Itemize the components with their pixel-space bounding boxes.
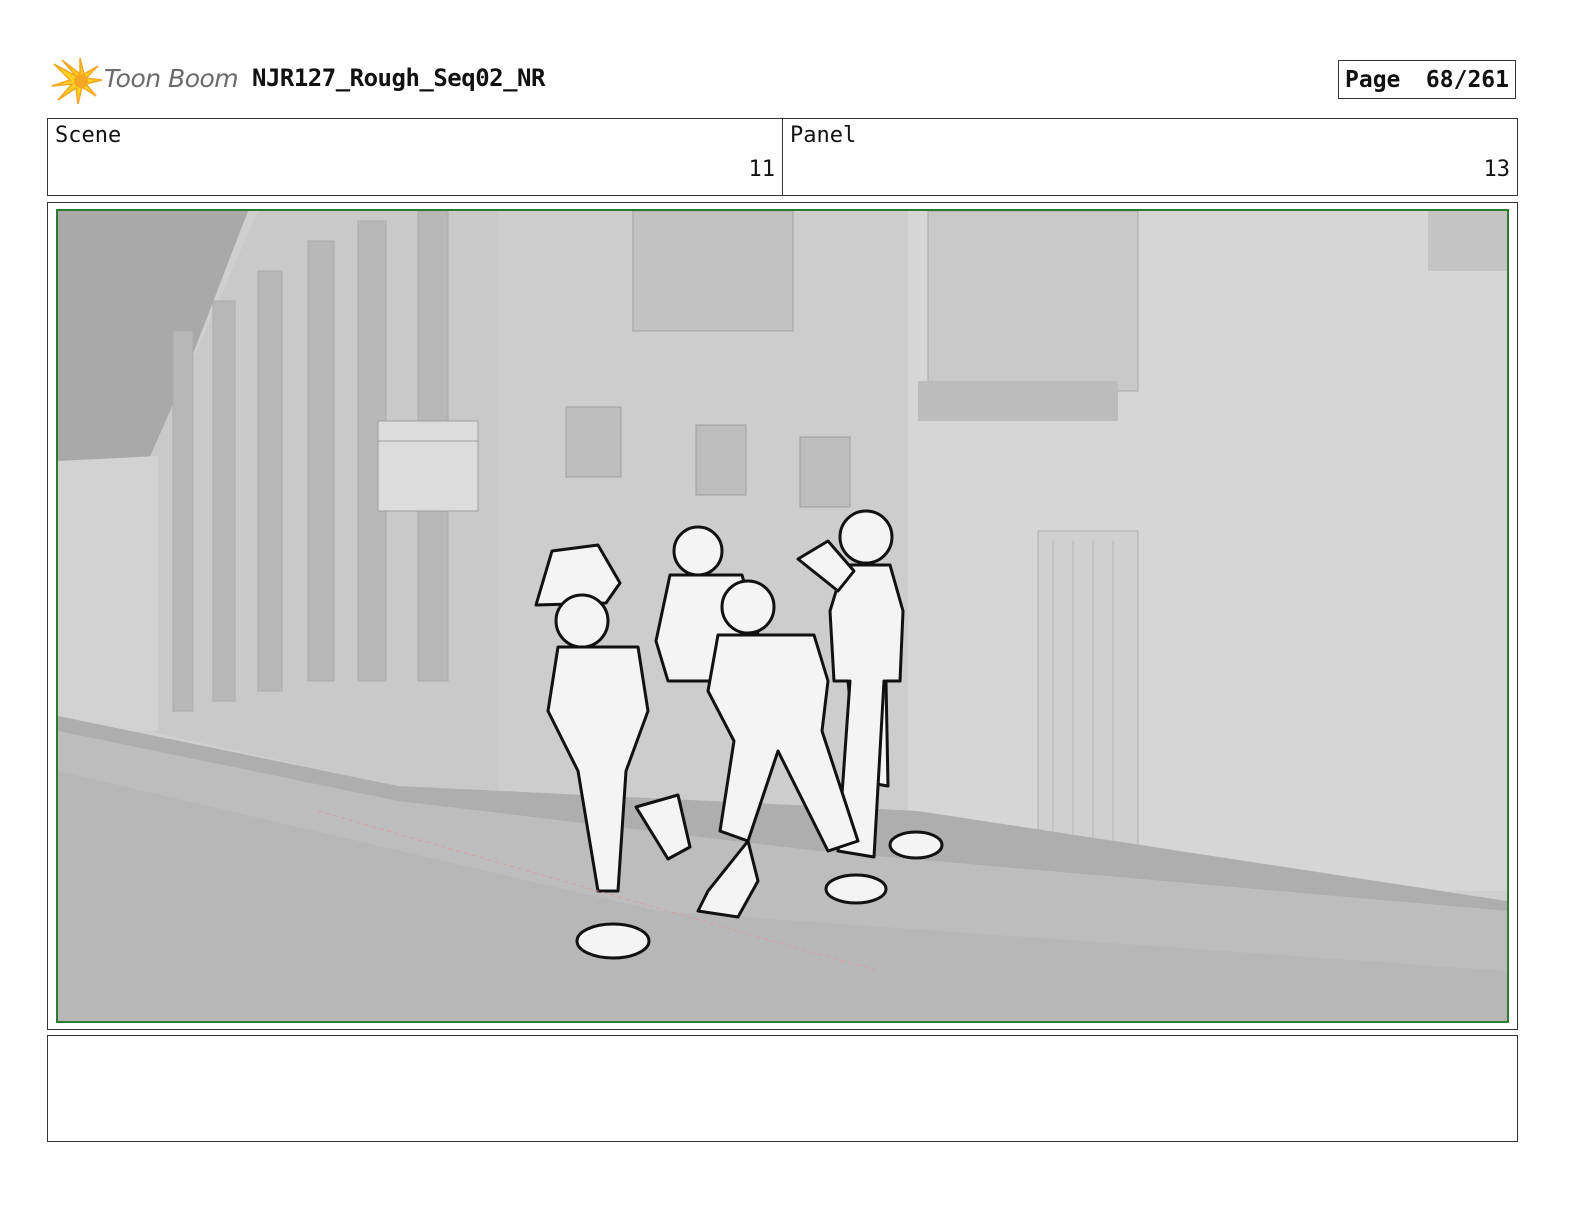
toon-boom-star-icon	[51, 57, 103, 105]
page-indicator: Page 68/261	[1338, 60, 1516, 99]
panel-number: 13	[1483, 157, 1511, 182]
panel-notes-box	[47, 1035, 1518, 1142]
scene-label: Scene	[55, 123, 122, 148]
storyboard-panel-image	[56, 209, 1509, 1023]
street-scene-sketch	[58, 211, 1507, 1021]
logo-text: Toon Boom	[104, 64, 239, 93]
scene-cell: Scene 11	[48, 119, 782, 195]
scene-number: 11	[748, 157, 776, 182]
storyboard-panel-frame	[47, 202, 1518, 1030]
panel-label: Panel	[790, 123, 857, 148]
document-title: NJR127_Rough_Seq02_NR	[252, 64, 545, 92]
toon-boom-logo: Toon Boom	[50, 56, 240, 106]
scene-panel-info: Scene 11 Panel 13	[47, 118, 1518, 196]
page-number: 68/261	[1425, 66, 1509, 93]
panel-cell: Panel 13	[782, 119, 1517, 195]
page-label: Page	[1345, 66, 1401, 93]
